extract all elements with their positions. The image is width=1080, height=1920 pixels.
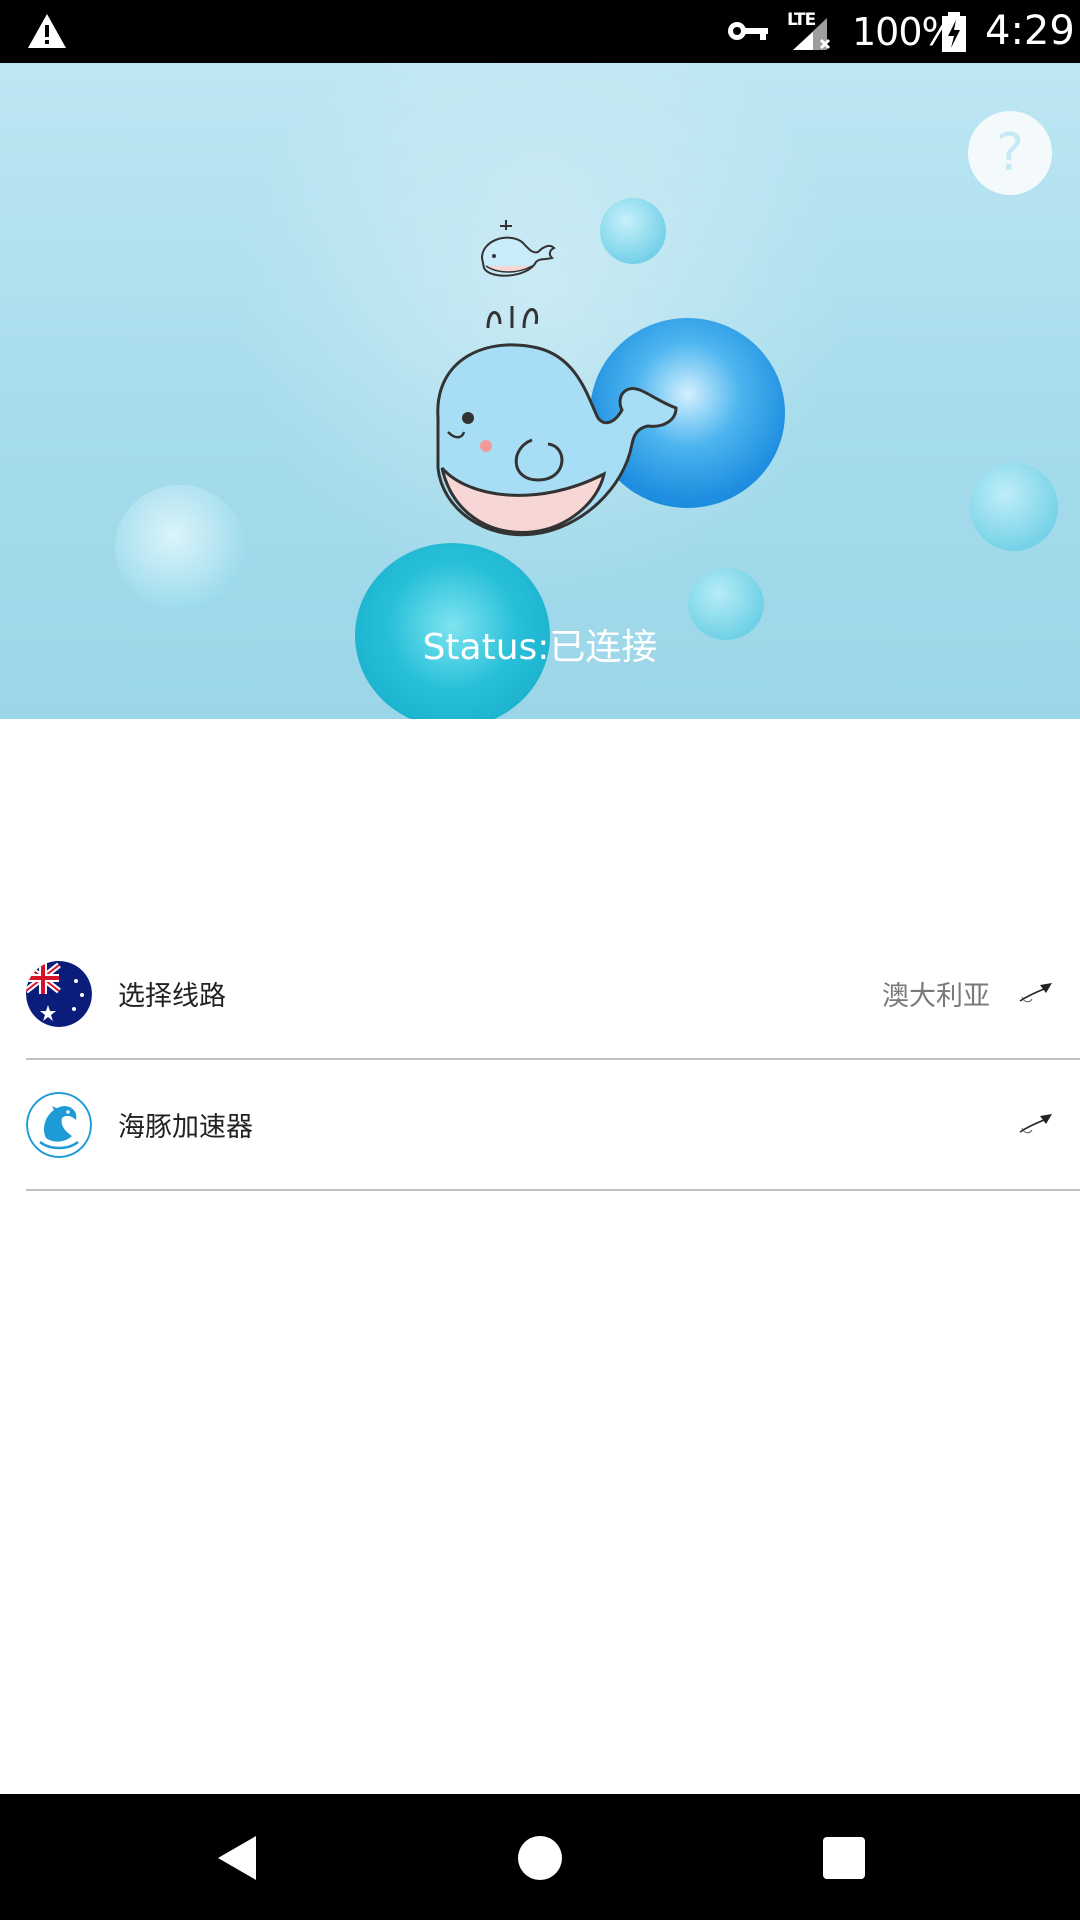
connection-status: Status:已连接 xyxy=(422,627,658,668)
australia-flag-icon xyxy=(26,961,92,1027)
route-select-label: 选择线路 xyxy=(118,981,226,1012)
dolphin-accelerator-label: 海豚加速器 xyxy=(118,1112,253,1143)
help-button[interactable]: ? xyxy=(968,111,1052,195)
bubble-decoration xyxy=(115,485,245,610)
small-whale-icon xyxy=(480,220,556,277)
navigation-bar xyxy=(0,1794,1080,1920)
dolphin-logo-icon xyxy=(26,1092,92,1158)
clock: 4:29 xyxy=(985,8,1075,54)
status-bar: LTE 100% 4:29 xyxy=(0,0,1080,63)
battery-charging-icon xyxy=(942,12,966,52)
arrow-icon xyxy=(1019,983,1052,1003)
screen: LTE 100% 4:29 ? Status:已连接 选择线路 澳大利亚 海豚加… xyxy=(0,0,1080,1920)
dolphin-accelerator-row[interactable]: 海豚加速器 xyxy=(26,1060,1080,1191)
help-icon: ? xyxy=(996,123,1024,183)
bubble-decoration xyxy=(600,198,666,264)
warning-icon xyxy=(28,14,66,48)
recents-icon[interactable] xyxy=(823,1837,865,1879)
vpn-key-icon xyxy=(728,22,768,40)
home-icon[interactable] xyxy=(518,1836,562,1880)
back-icon[interactable] xyxy=(216,1834,258,1882)
whale-mascot-icon xyxy=(436,306,678,537)
arrow-icon xyxy=(1019,1114,1052,1134)
hero-banner: ? Status:已连接 xyxy=(0,63,1080,719)
signal-icon xyxy=(793,18,831,50)
selected-route-value: 澳大利亚 xyxy=(882,981,990,1012)
route-select-row[interactable]: 选择线路 澳大利亚 xyxy=(26,929,1080,1060)
bubble-decoration xyxy=(970,463,1058,551)
